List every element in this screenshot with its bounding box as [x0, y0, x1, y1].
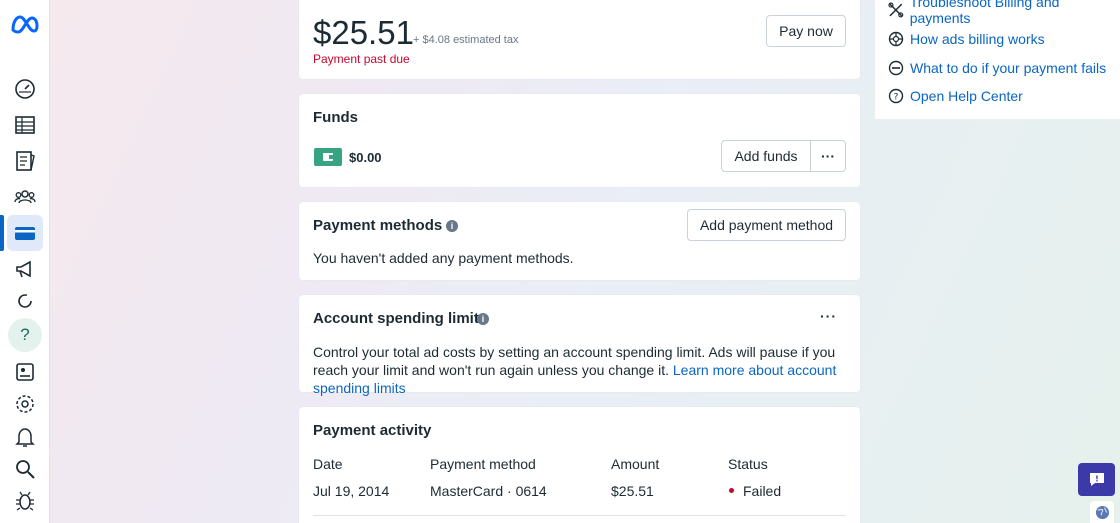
help-panel: Troubleshoot Billing and payments How ad… [875, 0, 1120, 119]
info-icon[interactable]: i [446, 220, 458, 232]
dashboard-icon[interactable] [7, 71, 43, 107]
column-header-date[interactable]: Date [313, 456, 343, 472]
no-payment-methods-text: You haven't added any payment methods. [313, 250, 574, 266]
funds-amount: $0.00 [349, 150, 382, 165]
help-icon-glyph: ? [20, 325, 30, 344]
spending-limit-card: Account spending limit i ··· Control you… [299, 295, 860, 396]
help-link-troubleshoot[interactable]: Troubleshoot Billing and payments [888, 0, 1120, 26]
megaphone-icon[interactable] [7, 251, 43, 287]
payment-activity-card: Payment activity Date Payment method Amo… [299, 407, 860, 523]
funds-more-button[interactable]: ··· [810, 140, 846, 172]
language-button[interactable] [1090, 501, 1114, 523]
wallet-icon [314, 148, 342, 166]
spending-limit-title: Account spending limit [313, 310, 479, 327]
spending-limit-more-button[interactable]: ··· [820, 308, 837, 324]
catalog-icon[interactable] [7, 143, 43, 179]
help-link-billing-works[interactable]: How ads billing works [888, 29, 1045, 49]
notifications-icon[interactable] [7, 419, 43, 455]
row-amount: $25.51 [611, 483, 654, 499]
row-status: Failed [743, 483, 782, 499]
help-link-help-center[interactable]: ? Open Help Center [888, 86, 1023, 106]
estimated-tax: + $4.08 estimated tax [413, 34, 519, 46]
payment-methods-title: Payment methods [313, 217, 443, 234]
row-date: Jul 19, 2014 [313, 483, 390, 499]
billing-wheel-icon [888, 31, 904, 47]
balance-card: $25.51 + $4.08 estimated tax Payment pas… [299, 0, 860, 79]
info-icon[interactable]: i [477, 313, 489, 325]
help-link-label: What to do if your payment fails [910, 60, 1107, 76]
balance-amount: $25.51 [313, 14, 414, 51]
column-header-payment-method[interactable]: Payment method [430, 456, 536, 472]
status-dot [729, 488, 734, 493]
help-link-label: How ads billing works [910, 31, 1045, 47]
add-payment-method-button[interactable]: Add payment method [687, 209, 846, 241]
audiences-icon[interactable] [7, 179, 43, 215]
billing-card-icon[interactable] [0, 215, 43, 251]
column-header-amount[interactable]: Amount [611, 456, 659, 472]
help-link-label: Troubleshoot Billing and payments [909, 0, 1060, 26]
chat-support-button[interactable]: ! [1078, 463, 1115, 496]
table-icon[interactable] [7, 107, 43, 143]
minus-circle-icon [888, 60, 904, 76]
row-divider [313, 515, 846, 516]
left-sidebar: ? [0, 0, 50, 523]
chat-icon: ! [1089, 472, 1104, 486]
help-link-payment-fails[interactable]: What to do if your payment fails [888, 58, 1106, 78]
add-funds-button[interactable]: Add funds [721, 140, 811, 172]
svg-text:?: ? [894, 93, 899, 103]
settings-icon[interactable] [7, 386, 43, 422]
question-circle-icon: ? [888, 88, 904, 104]
globe-icon [1095, 505, 1109, 519]
loading-icon [7, 283, 43, 319]
payment-activity-title: Payment activity [313, 422, 432, 439]
help-link-label: Open Help Center [910, 88, 1023, 104]
row-payment-method: MasterCard · 0614 [430, 483, 547, 499]
pages-icon[interactable] [7, 354, 43, 390]
tools-icon [888, 2, 904, 18]
spending-limit-description: Control your total ad costs by setting a… [313, 343, 848, 397]
funds-title: Funds [313, 109, 358, 126]
pay-now-button[interactable]: Pay now [766, 15, 846, 47]
bug-icon[interactable] [7, 483, 43, 519]
search-icon[interactable] [7, 451, 43, 487]
help-icon[interactable]: ? [8, 318, 42, 352]
funds-card: Funds $0.00 Add funds ··· [299, 94, 860, 187]
payment-methods-card: Payment methods i Add payment method You… [299, 202, 860, 280]
meta-logo[interactable] [10, 12, 40, 38]
payment-status: Payment past due [313, 52, 410, 66]
svg-text:!: ! [1095, 474, 1099, 483]
column-header-status[interactable]: Status [728, 456, 768, 472]
